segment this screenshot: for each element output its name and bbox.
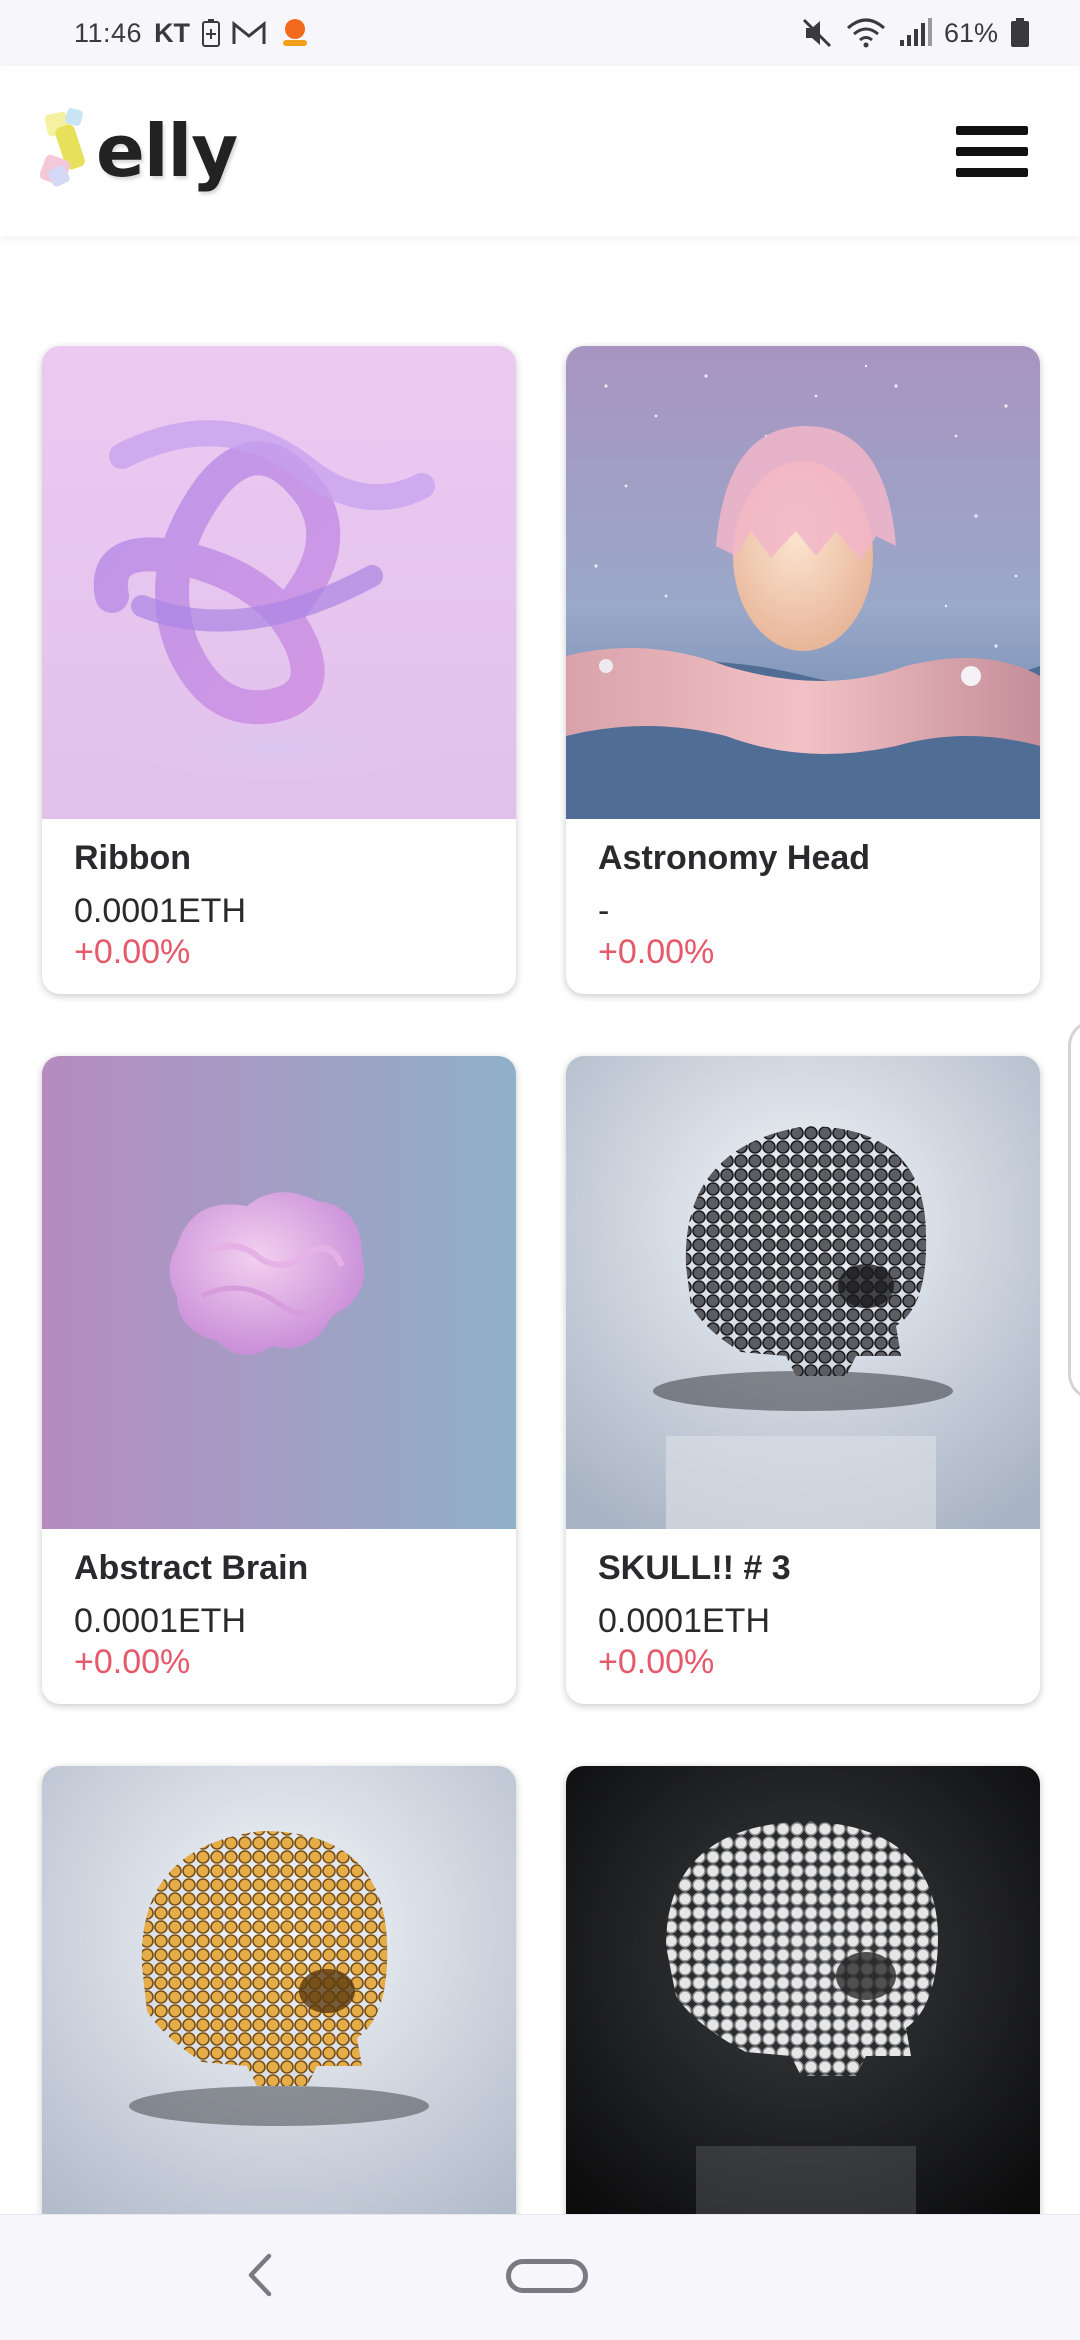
mute-icon	[802, 18, 834, 48]
nft-info: SKULL!! # 3 0.0001ETH +0.00%	[598, 1529, 1020, 1682]
app-header: elly	[0, 66, 1080, 236]
nft-image-ribbon	[42, 346, 516, 819]
edge-panel-handle[interactable]	[1068, 1020, 1080, 1400]
app-notification-icon	[278, 16, 312, 50]
nft-title: Astronomy Head	[598, 839, 871, 877]
nft-card[interactable]: Astronomy Head - +0.00%	[566, 346, 1040, 994]
menu-line	[956, 167, 1028, 177]
nft-change: +0.00%	[74, 1643, 191, 1681]
wifi-icon	[846, 18, 886, 48]
nft-price: -	[598, 892, 610, 930]
nft-info: Ribbon 0.0001ETH +0.00%	[74, 819, 496, 972]
status-right: 61%	[802, 18, 1030, 49]
status-bar: 11:46 KT 61%	[0, 0, 1080, 66]
page: 11:46 KT 61% elly Ribbon 0.0001ETH +0.00…	[0, 0, 1080, 2340]
nft-title: Ribbon	[74, 839, 192, 877]
nft-card[interactable]: Ribbon 0.0001ETH +0.00%	[42, 346, 516, 994]
nft-image-skull-3	[566, 1056, 1040, 1529]
nft-price: 0.0001ETH	[74, 1602, 246, 1640]
battery-icon	[1010, 18, 1030, 48]
signal-icon	[898, 18, 932, 48]
system-nav-bar	[0, 2214, 1080, 2340]
nft-price: 0.0001ETH	[74, 892, 246, 930]
hamburger-menu-icon[interactable]	[956, 115, 1028, 187]
nft-price: 0.0001ETH	[598, 1602, 770, 1640]
nft-change: +0.00%	[74, 933, 191, 971]
nft-info: Astronomy Head - +0.00%	[598, 819, 1020, 972]
logo[interactable]: elly	[39, 107, 238, 196]
menu-line	[956, 146, 1028, 156]
status-left: 11:46 KT	[74, 16, 312, 50]
nft-change: +0.00%	[598, 933, 715, 971]
nft-title: SKULL!! # 3	[598, 1549, 791, 1587]
nft-card[interactable]: SKULL!! # 3 0.0001ETH +0.00%	[566, 1056, 1040, 1704]
status-time: 11:46	[74, 17, 143, 48]
nft-info: Abstract Brain 0.0001ETH +0.00%	[74, 1529, 496, 1682]
nft-image-abstract-brain	[42, 1056, 516, 1529]
nft-change: +0.00%	[598, 1643, 715, 1681]
logo-text: elly	[96, 109, 238, 193]
nft-image-astronomy-head	[566, 346, 1040, 819]
nft-image-white-skull	[566, 1766, 1040, 2239]
gmail-icon	[232, 20, 266, 46]
home-pill-icon[interactable]	[506, 2259, 588, 2293]
nft-image-gold-skull	[42, 1766, 516, 2239]
back-chevron-icon[interactable]	[236, 2245, 284, 2305]
nft-title: Abstract Brain	[74, 1549, 309, 1587]
logo-mark-icon	[39, 107, 94, 196]
nft-card[interactable]: Abstract Brain 0.0001ETH +0.00%	[42, 1056, 516, 1704]
status-carrier: KT	[154, 17, 191, 48]
battery-saver-icon	[202, 19, 221, 47]
menu-line	[956, 125, 1028, 135]
battery-percent: 61%	[943, 17, 998, 48]
